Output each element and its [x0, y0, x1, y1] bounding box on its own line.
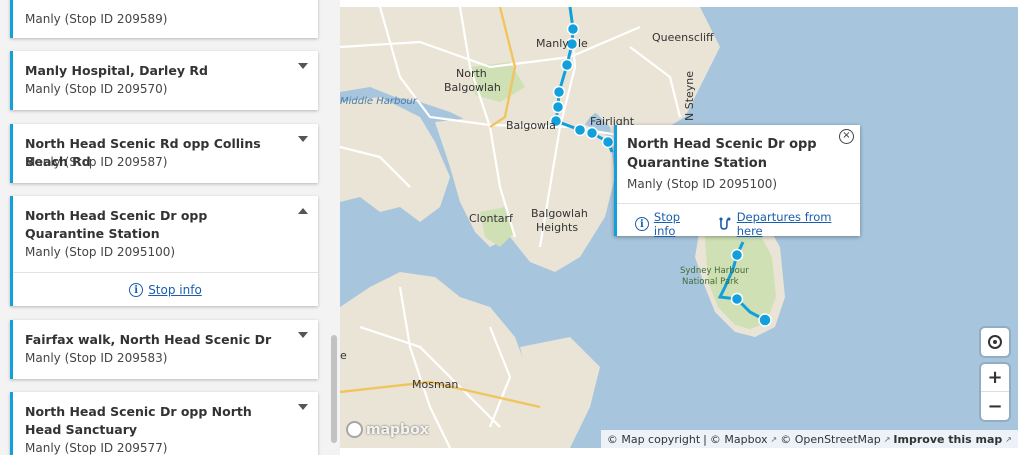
chevron-down-icon[interactable]: [298, 136, 308, 142]
stop-card-subtitle: Manly (Stop ID 209587): [25, 155, 168, 169]
stop-card[interactable]: North Head Scenic Dr opp North Head Sanc…: [10, 392, 318, 455]
stop-card-title: North Head Scenic Dr opp North Head Sanc…: [25, 404, 252, 437]
route-stop-marker[interactable]: [585, 126, 599, 140]
locate-button[interactable]: [981, 328, 1009, 356]
map-label-manly: Manly: [536, 37, 569, 50]
map-label-edge: e: [340, 349, 347, 362]
map-label-mosman: Mosman: [412, 378, 458, 391]
route-stop-marker[interactable]: [573, 123, 587, 137]
map-label-balgowlah-heights-2: Heights: [536, 221, 578, 234]
map-attribution: © Map copyright | © Mapbox ↗ © OpenStree…: [600, 430, 1018, 448]
chevron-down-icon[interactable]: [298, 332, 308, 338]
map-label-balgowlah: Balgowla: [506, 119, 556, 132]
stop-card-subtitle: Manly (Stop ID 209577): [25, 441, 168, 455]
mapbox-logo-icon: [346, 421, 363, 438]
departures-link[interactable]: Departures from here: [737, 210, 860, 238]
zoom-out-button[interactable]: −: [981, 392, 1009, 420]
right-edge: [1018, 0, 1024, 455]
zoom-in-button[interactable]: +: [981, 364, 1009, 392]
mapbox-attribution-link[interactable]: © Mapbox: [710, 433, 768, 446]
stop-card-title: North Head Scenic Dr opp Quarantine Stat…: [25, 208, 208, 241]
attribution-separator: |: [703, 432, 707, 446]
locate-icon-dot: [993, 340, 997, 344]
mapbox-logo[interactable]: mapbox: [346, 421, 429, 438]
map-label-n-steyne: N Steyne: [683, 71, 696, 121]
map-label-balgowlah-heights-1: Balgowlah: [531, 207, 588, 220]
chevron-down-icon[interactable]: [298, 63, 308, 69]
chevron-down-icon[interactable]: [298, 404, 308, 410]
stop-list-panel: Manly (Stop ID 209589) Manly Hospital, D…: [0, 0, 340, 455]
stop-card-subtitle: Manly (Stop ID 209589): [25, 12, 168, 26]
scrollbar-thumb[interactable]: [331, 335, 337, 443]
popup-divider: [617, 203, 860, 204]
map-label-north-balgowlah-2: Balgowlah: [444, 81, 501, 94]
mapbox-logo-text: mapbox: [366, 421, 429, 438]
stop-card-subtitle: Manly (Stop ID 2095100): [25, 245, 176, 259]
list-scrollbar[interactable]: [328, 0, 340, 455]
close-icon[interactable]: ×: [839, 129, 854, 144]
map-label-park-1: Sydney Harbour: [680, 266, 749, 276]
map-view[interactable]: Manly le Queenscliff North Balgowlah Mid…: [340, 7, 1018, 448]
route-stop-marker[interactable]: [552, 85, 566, 99]
stop-card-title: Fairfax walk, North Head Scenic Dr: [25, 332, 272, 347]
stop-card[interactable]: North Head Scenic Rd opp Collins Beach R…: [10, 124, 318, 183]
stop-popup: North Head Scenic Dr opp Quarantine Stat…: [614, 125, 860, 238]
land-balgowlah: [435, 117, 615, 272]
stop-card[interactable]: Manly (Stop ID 209589): [10, 0, 318, 38]
stop-card-title: Manly Hospital, Darley Rd: [25, 63, 208, 78]
popup-actions: i Stop info Departures from here: [635, 210, 860, 238]
popup-stop-info-link[interactable]: Stop info: [654, 210, 705, 238]
route-stop-marker[interactable]: [551, 100, 565, 114]
route-stop-marker[interactable]: [601, 135, 615, 149]
map-copyright-link[interactable]: © Map copyright: [607, 433, 700, 446]
stop-card-subtitle: Manly (Stop ID 209570): [25, 82, 168, 96]
map-label-manly-suffix: le: [578, 37, 588, 50]
stop-card[interactable]: Manly Hospital, Darley Rd Manly (Stop ID…: [10, 51, 318, 110]
chevron-up-icon[interactable]: [298, 208, 308, 214]
stop-info-link[interactable]: Stop info: [148, 283, 202, 297]
external-link-icon: ↗: [1005, 434, 1012, 444]
route-stop-marker[interactable]: [566, 22, 580, 36]
departures-icon: [719, 217, 731, 230]
map-label-clontarf: Clontarf: [469, 212, 514, 225]
stop-info-action: i Stop info: [13, 273, 318, 307]
external-link-icon: ↗: [770, 434, 778, 444]
map-label-north-balgowlah-1: North: [456, 67, 487, 80]
route-stop-marker[interactable]: [730, 292, 744, 306]
popup-title: North Head Scenic Dr opp Quarantine Stat…: [627, 137, 817, 171]
zoom-controls: + −: [981, 364, 1009, 420]
stop-card-subtitle: Manly (Stop ID 209583): [25, 351, 168, 365]
stop-card[interactable]: Fairfax walk, North Head Scenic Dr Manly…: [10, 320, 318, 379]
map-label-park-2: National Park: [682, 277, 739, 287]
route-stop-marker[interactable]: [560, 58, 574, 72]
improve-map-link[interactable]: Improve this map: [893, 433, 1002, 446]
info-icon: i: [635, 217, 649, 231]
route-stop-marker[interactable]: [730, 248, 744, 262]
popup-subtitle: Manly (Stop ID 2095100): [627, 177, 778, 191]
info-icon: i: [129, 283, 144, 297]
map-label-queenscliff: Queenscliff: [652, 31, 714, 44]
osm-attribution-link[interactable]: © OpenStreetMap: [780, 433, 881, 446]
land-west: [340, 97, 450, 222]
map-label-middle-harbour: Middle Harbour: [340, 96, 418, 107]
top-strip: [340, 0, 1024, 7]
external-link-icon: ↗: [883, 434, 891, 444]
stop-card-expanded[interactable]: North Head Scenic Dr opp Quarantine Stat…: [10, 196, 318, 306]
route-stop-marker-selected[interactable]: [758, 313, 772, 327]
